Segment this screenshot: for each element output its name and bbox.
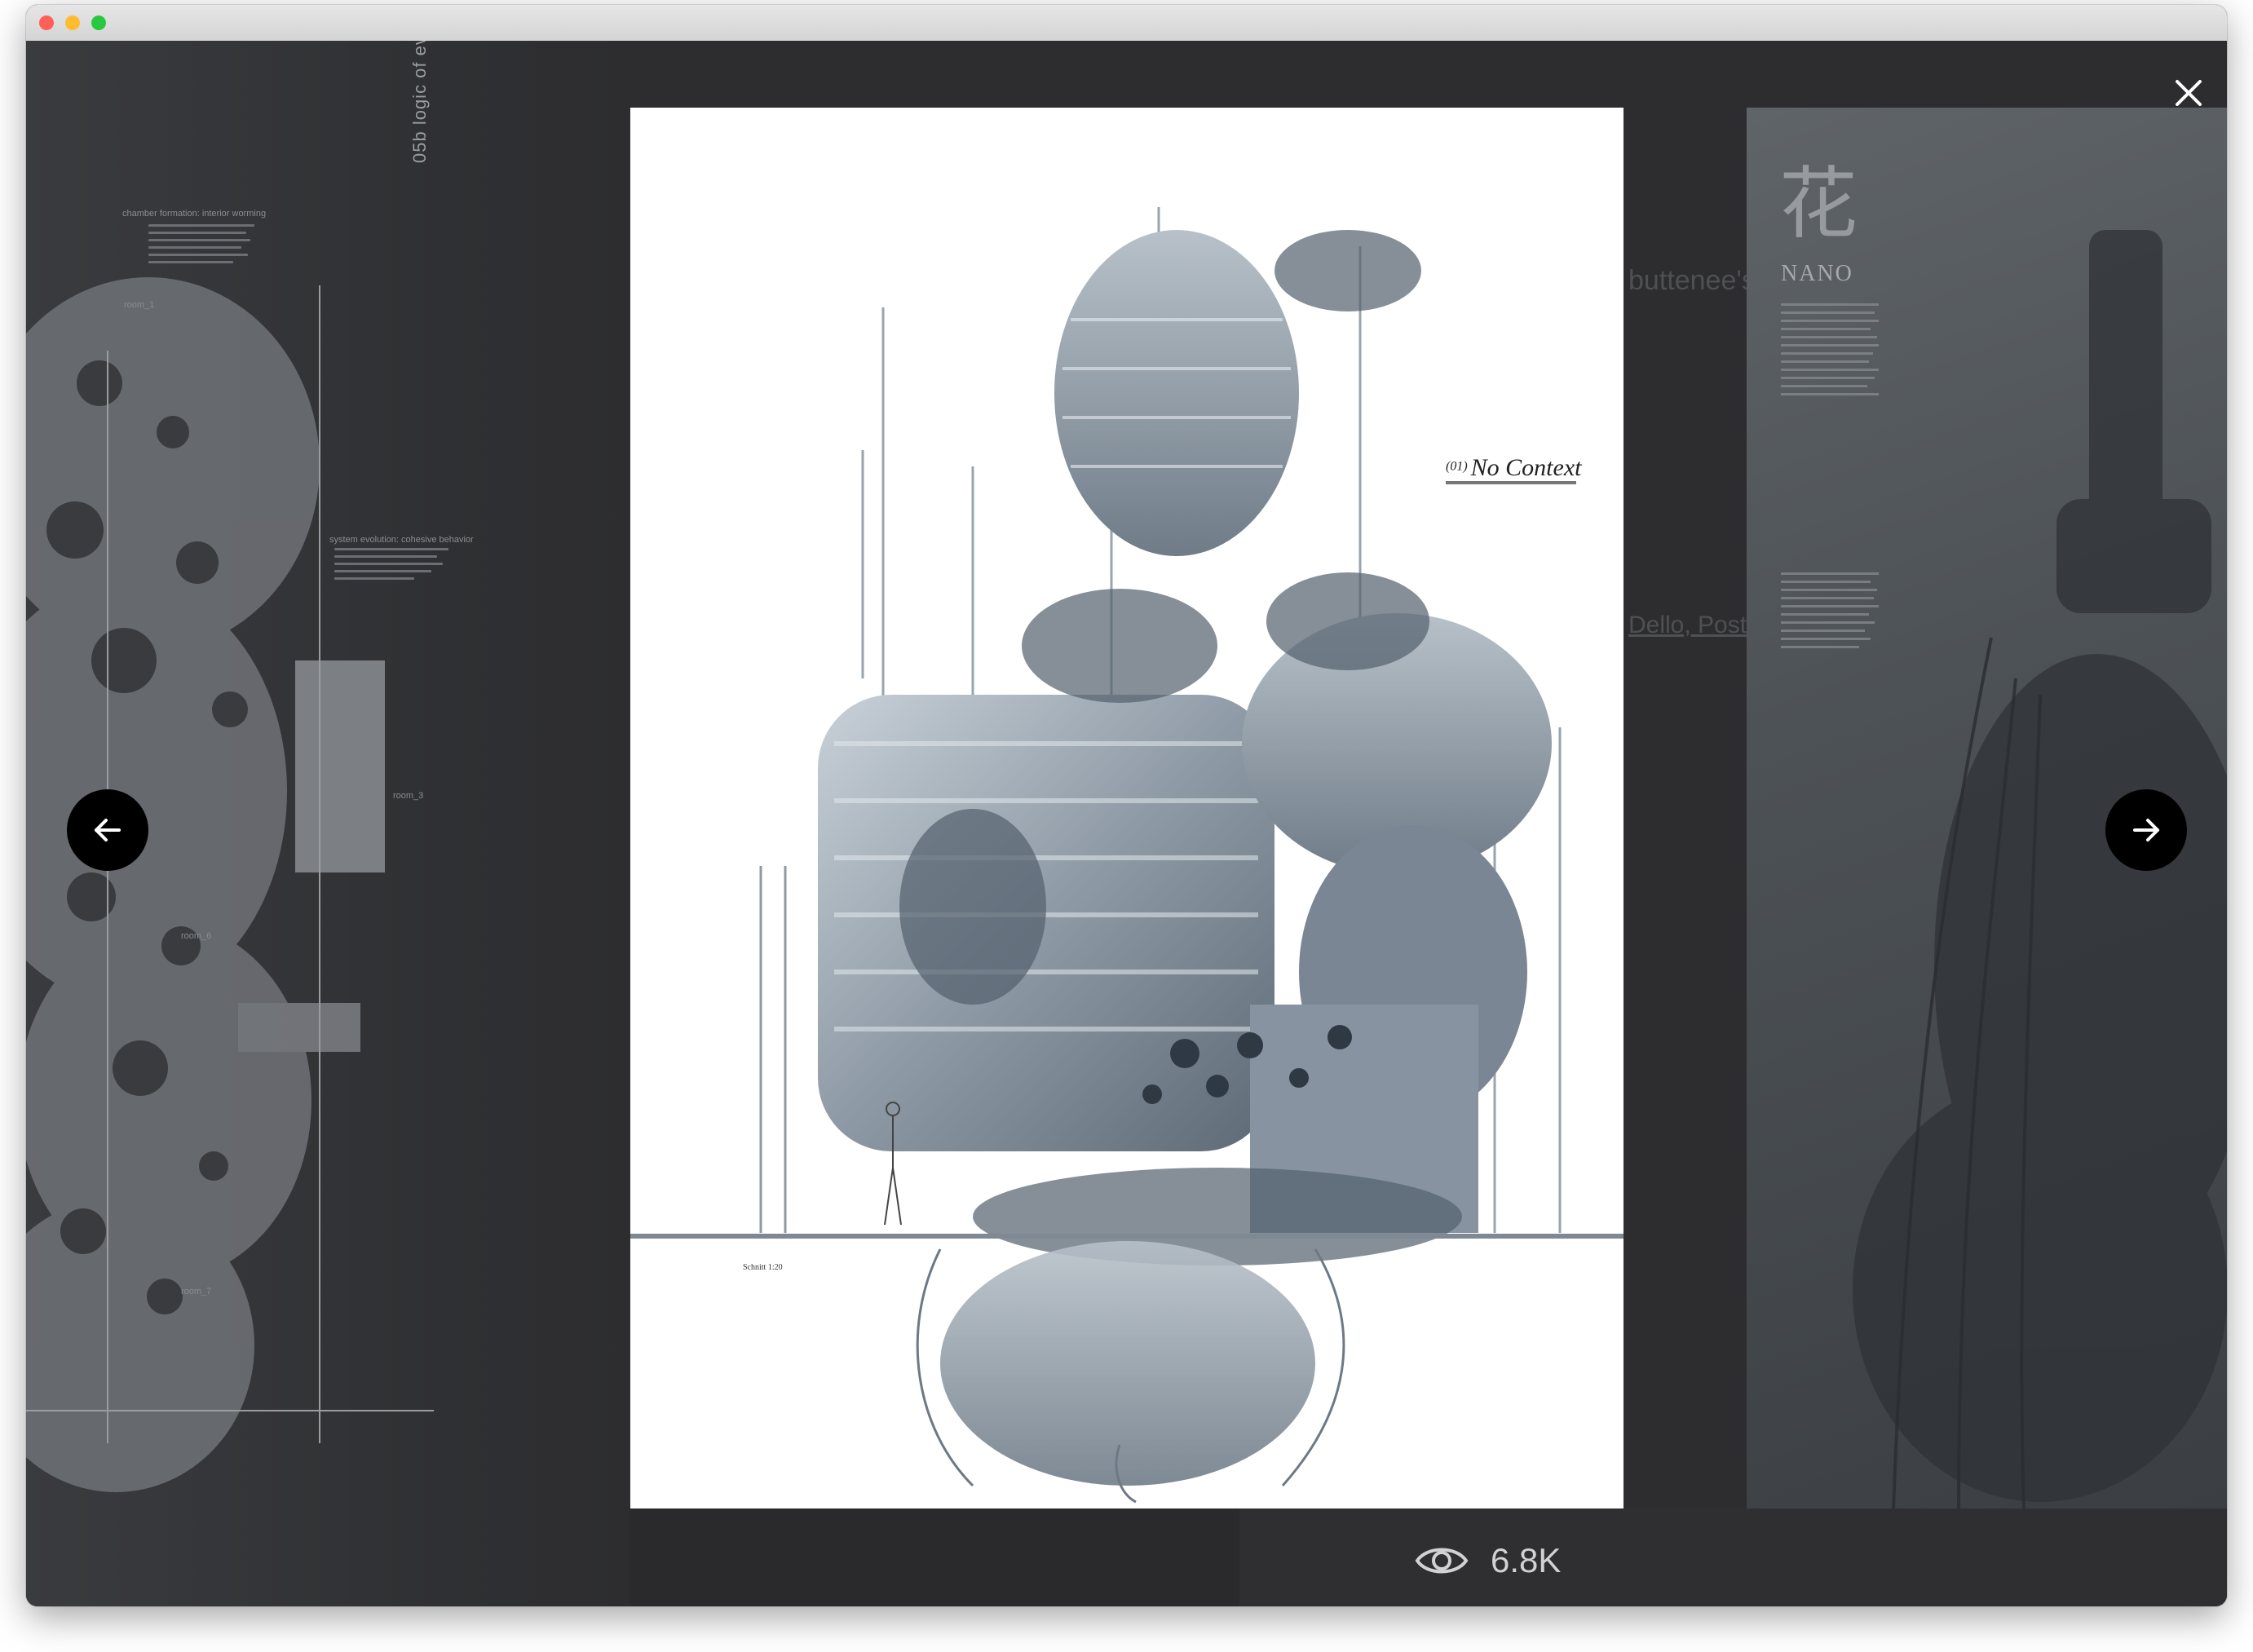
eye-icon xyxy=(1415,1548,1469,1574)
close-button[interactable] xyxy=(2169,73,2208,113)
page-backdrop xyxy=(630,1508,1239,1606)
artwork-credits xyxy=(1446,481,1576,484)
close-icon xyxy=(2176,80,2202,106)
background-text-fragment: buttenee's xyxy=(1628,265,1756,296)
window-titlebar xyxy=(26,5,2227,41)
view-count: 6.8K xyxy=(1414,1536,1561,1585)
previous-artwork-text xyxy=(148,224,254,268)
arrow-right-icon xyxy=(2133,819,2159,841)
lightbox-stage: buttenee's Dello, Posted 05b logic of ev… xyxy=(26,41,2227,1606)
artwork-drawing xyxy=(630,207,1623,1504)
artwork-title: (01) No Context xyxy=(1446,454,1581,482)
previous-artwork-title: 05b logic of evolution xyxy=(409,41,430,163)
artwork-scale-label: Schnitt 1:20 xyxy=(743,1263,783,1272)
window-zoom-button[interactable] xyxy=(91,15,106,30)
arrow-left-icon xyxy=(95,819,121,841)
artwork-title-number: (01) xyxy=(1446,459,1468,474)
previous-artwork-button[interactable] xyxy=(67,789,148,871)
window-minimize-button[interactable] xyxy=(65,15,80,30)
previous-artwork-heading: chamber formation: interior worming xyxy=(122,209,267,219)
next-artwork-text xyxy=(1781,572,1879,654)
previous-artwork-label: room_3 xyxy=(393,791,424,801)
previous-artwork-label: room_7 xyxy=(181,1287,212,1296)
next-artwork-button[interactable] xyxy=(2105,789,2187,871)
view-count-value: 6.8K xyxy=(1491,1541,1562,1579)
previous-artwork-label: room_1 xyxy=(124,300,155,310)
next-artwork-text xyxy=(1781,303,1879,401)
artwork-image: (01) No Context Schnitt 1:20 xyxy=(630,108,1623,1508)
page-backdrop xyxy=(1239,1508,2227,1606)
next-artwork-title: NANO xyxy=(1781,261,1853,286)
window-close-button[interactable] xyxy=(39,15,54,30)
next-artwork-kanji: 花 xyxy=(1779,158,1858,250)
artwork-title-name: No Context xyxy=(1470,454,1582,481)
previous-artwork-label: room_6 xyxy=(181,931,212,941)
previous-artwork-text xyxy=(334,548,448,585)
previous-artwork-subheading: system evolution: cohesive behavior xyxy=(329,535,474,545)
browser-window: buttenee's Dello, Posted 05b logic of ev… xyxy=(26,5,2227,1606)
